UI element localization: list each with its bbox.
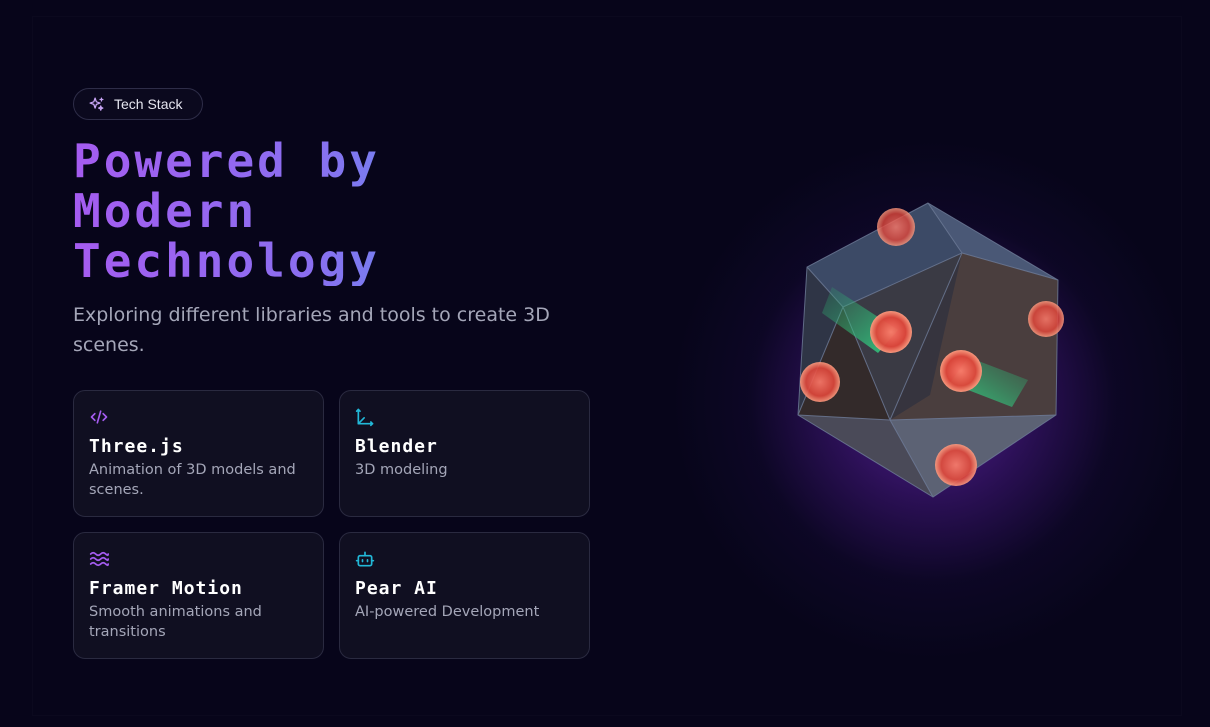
axis-3d-icon <box>355 408 374 427</box>
card-description: Animation of 3D models and scenes. <box>89 462 296 498</box>
page-subtitle: Exploring different libraries and tools … <box>73 304 550 356</box>
sparkles-icon <box>89 96 104 111</box>
card-title: Pear AI <box>355 578 438 599</box>
waves-icon <box>89 551 109 567</box>
tech-stack-badge: Tech Stack <box>73 88 203 120</box>
card-title: Three.js <box>89 436 184 457</box>
title-line-2: Modern <box>73 184 258 238</box>
tech-card-threejs: Three.js Animation of 3D models and scen… <box>73 390 324 517</box>
card-title: Framer Motion <box>89 578 243 599</box>
title-line-1: Powered by <box>73 134 380 188</box>
tech-stack-section: Tech Stack Powered by Modern Technology … <box>0 0 1210 727</box>
tech-card-pear-ai: Pear AI AI-powered Development <box>339 532 590 659</box>
card-title: Blender <box>355 436 438 457</box>
page-title: Powered by Modern Technology <box>73 136 673 286</box>
card-description: 3D modeling <box>355 462 448 478</box>
icosahedron-3d-illustration <box>797 202 1064 498</box>
card-description: AI-powered Development <box>355 604 540 620</box>
tech-card-blender: Blender 3D modeling <box>339 390 590 517</box>
title-line-3: Technology <box>73 234 380 288</box>
tech-card-framer-motion: Framer Motion Smooth animations and tran… <box>73 532 324 659</box>
bot-icon <box>355 551 375 567</box>
card-description: Smooth animations and transitions <box>89 604 262 640</box>
badge-label: Tech Stack <box>114 96 183 112</box>
code-icon <box>90 410 108 424</box>
